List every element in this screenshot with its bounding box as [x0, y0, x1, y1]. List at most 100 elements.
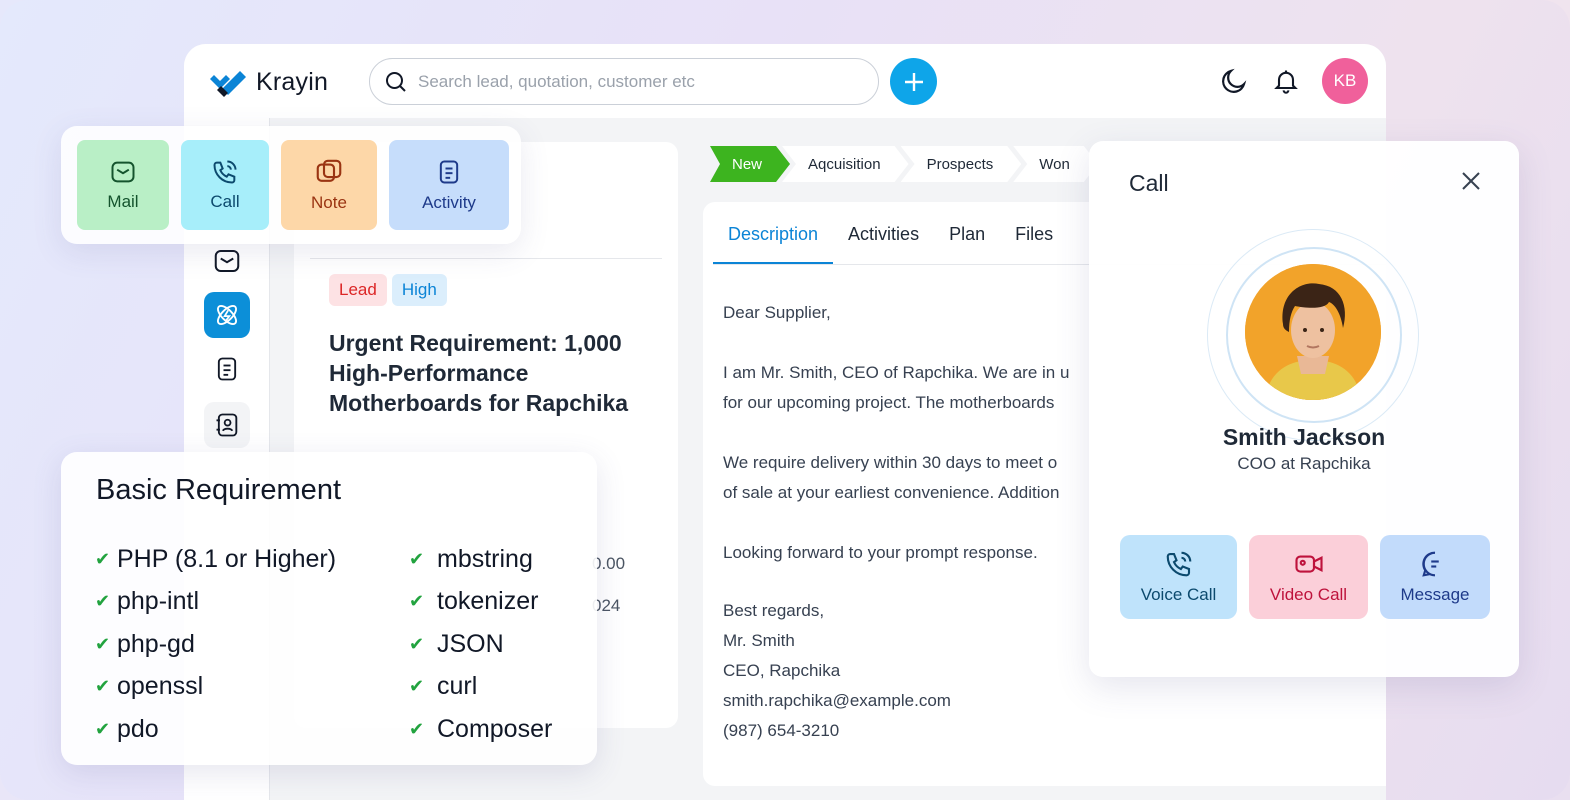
requirement-item: ✔ curl — [409, 672, 478, 701]
requirements-left-list: ✔ PHP (8.1 or Higher) ✔ php-intl ✔ php-gd ✔… — [95, 538, 336, 751]
user-avatar[interactable]: KB — [1322, 58, 1368, 104]
lead-title: Urgent Requirement: 1,000 High-Performan… — [329, 330, 629, 416]
email-signoff: Best regards, — [723, 601, 825, 620]
email-signature-phone[interactable]: (987) 654-3210 — [723, 716, 1069, 746]
activity-label: Activity — [422, 193, 476, 212]
tab-plan[interactable]: Plan — [934, 224, 1000, 264]
tag-priority[interactable]: High — [391, 274, 447, 306]
tag-lead[interactable]: Lead — [329, 274, 387, 306]
requirement-item: ✔ pdo — [95, 714, 159, 743]
pipeline-stages: New Aqcuisition Prospects Won — [710, 146, 1090, 182]
stage-prospects[interactable]: Prospects — [901, 146, 1022, 182]
requirement-item: ✔ php-intl — [95, 587, 199, 616]
message-button[interactable]: Message — [1380, 535, 1490, 619]
brand-name: Krayin — [256, 68, 329, 96]
stage-new[interactable]: New — [710, 146, 790, 182]
atom-icon — [217, 305, 237, 325]
quick-action-panel: Mail Call Note Activity — [61, 126, 521, 244]
email-line: Looking forward to your prompt response. — [723, 543, 1038, 562]
email-line: We require delivery within 30 days to me… — [723, 453, 1058, 472]
phone-icon — [1166, 551, 1191, 577]
mail-label: Mail — [107, 192, 139, 211]
video-call-button[interactable]: Video Call — [1249, 535, 1368, 619]
detail-tabs: Description Activities Plan Files — [713, 224, 1068, 264]
chat-bubble-icon — [1422, 551, 1439, 577]
requirement-item: ✔ JSON — [409, 629, 504, 658]
mail-icon — [111, 161, 135, 183]
tab-description[interactable]: Description — [713, 224, 834, 264]
bell-icon — [1274, 70, 1298, 94]
video-camera-icon — [1294, 555, 1323, 573]
check-icon: ✔ — [409, 676, 425, 697]
mail-button[interactable]: Mail — [77, 140, 169, 230]
phone-icon — [213, 160, 237, 184]
video-call-label: Video Call — [1269, 585, 1348, 604]
requirement-item: ✔ tokenizer — [409, 587, 539, 616]
voice-call-label: Voice Call — [1140, 585, 1217, 604]
tab-files[interactable]: Files — [1000, 224, 1068, 264]
message-label: Message — [1400, 585, 1470, 604]
requirement-item: ✔ Composer — [409, 714, 553, 743]
email-greeting: Dear Supplier, — [723, 303, 831, 322]
check-icon: ✔ — [95, 676, 111, 697]
stage-acquisition[interactable]: Aqcuisition — [782, 146, 909, 182]
note-label: Note — [311, 193, 347, 212]
activity-button[interactable]: Activity — [389, 140, 509, 230]
mail-icon — [214, 250, 240, 272]
check-icon: ✔ — [95, 548, 111, 569]
krayin-logo-icon — [210, 70, 246, 97]
activity-icon — [439, 160, 459, 184]
lead-tags: Lead High — [329, 274, 447, 306]
voice-call-button[interactable]: Voice Call — [1120, 535, 1237, 619]
requirement-item: ✔ mbstring — [409, 544, 533, 573]
email-signature-email[interactable]: smith.rapchika@example.com — [723, 686, 1069, 716]
check-icon: ✔ — [95, 633, 111, 654]
sidebar-item-contacts[interactable] — [204, 402, 250, 448]
requirement-item: ✔ PHP (8.1 or Higher) — [95, 544, 337, 573]
contacts-icon — [216, 413, 238, 437]
divider — [310, 258, 662, 259]
requirement-item: ✔ openssl — [95, 672, 204, 701]
search-input[interactable] — [418, 71, 858, 92]
check-icon: ✔ — [409, 718, 425, 739]
note-icon — [316, 159, 342, 182]
contact-role: COO at Rapchika — [1237, 454, 1371, 473]
person-photo-icon — [1245, 264, 1381, 400]
call-panel: Call Smith Jackson COO at Rapchika Voice… — [1089, 141, 1519, 677]
sidebar-item-mail[interactable] — [204, 238, 250, 284]
email-body: Dear Supplier, I am Mr. Smith, CEO of Ra… — [723, 298, 1069, 746]
sidebar-item-integrations[interactable] — [204, 292, 250, 338]
check-icon: ✔ — [409, 548, 425, 569]
check-icon: ✔ — [95, 718, 111, 739]
email-signature-name: Mr. Smith — [723, 631, 795, 650]
requirement-item: ✔ php-gd — [95, 629, 195, 658]
top-bar: Krayin Search lead, quotation, customer … — [184, 44, 1386, 118]
dark-mode-toggle[interactable] — [1218, 65, 1250, 97]
check-icon: ✔ — [409, 633, 425, 654]
sidebar-item-activities[interactable] — [204, 346, 250, 392]
moon-icon — [1222, 68, 1247, 93]
notifications-button[interactable] — [1270, 65, 1302, 97]
call-label: Call — [210, 192, 240, 211]
background-stage: Krayin Search lead, quotation, customer … — [0, 0, 1570, 800]
check-icon: ✔ — [95, 591, 111, 612]
brand-logo[interactable]: Krayin — [208, 68, 328, 97]
search-bar[interactable] — [369, 58, 879, 105]
requirements-card: Basic Requirement ✔ PHP (8.1 or Higher) ✔… — [61, 452, 597, 765]
email-line: I am Mr. Smith, CEO of Rapchika. We are … — [723, 363, 1070, 382]
tab-activities[interactable]: Activities — [833, 224, 934, 264]
call-panel-title: Call — [1129, 170, 1169, 196]
contact-name: Smith Jackson — [1222, 424, 1386, 450]
check-icon: ✔ — [409, 591, 425, 612]
requirements-title: Basic Requirement — [96, 474, 341, 506]
requirements-right-list: ✔ mbstring ✔ tokenizer ✔ JSON ✔ curl ✔ Compos… — [409, 538, 552, 751]
close-icon[interactable] — [1459, 169, 1483, 193]
search-icon — [386, 71, 406, 92]
call-button[interactable]: Call — [181, 140, 269, 230]
note-button[interactable]: Note — [281, 140, 377, 230]
top-right-icons: KB — [1218, 58, 1368, 104]
stage-won[interactable]: Won — [1013, 146, 1098, 182]
add-button[interactable] — [890, 58, 937, 105]
email-line: of sale at your earliest convenience. Ad… — [723, 483, 1060, 502]
plus-icon — [904, 72, 923, 91]
